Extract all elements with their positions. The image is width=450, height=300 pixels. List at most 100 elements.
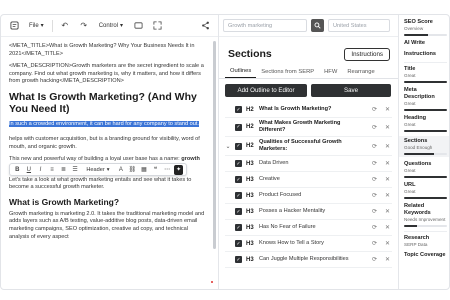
outline-row[interactable]: ✓ H3 Product Focused ⟳ ✕ <box>225 188 392 204</box>
pages-icon[interactable] <box>7 19 21 33</box>
checkbox[interactable]: ✓ <box>235 176 242 183</box>
add-outline-button[interactable]: Add Outline to Editor <box>225 84 307 97</box>
sidebar-item-seo-score[interactable]: SEO Score Overview <box>404 19 447 36</box>
outline-row[interactable]: ✓ H2 What Is Growth Marketing? ⟳ ✕ <box>225 102 392 118</box>
sidebar-item-instructions[interactable]: Instructions <box>404 51 447 58</box>
refresh-icon[interactable]: ⟳ <box>370 175 379 184</box>
tab-outlines[interactable]: Outlines <box>225 68 257 78</box>
control-menu[interactable]: Control ▾ <box>96 19 126 33</box>
share-icon[interactable] <box>198 19 212 33</box>
sidebar-item-research[interactable]: Research SERP Data <box>404 235 447 248</box>
block-type-select[interactable]: Header ▾ <box>82 167 113 173</box>
undo-icon[interactable]: ↶ <box>58 19 72 33</box>
editor-scrollbar[interactable] <box>213 41 216 249</box>
heading-level-tag: H3 <box>246 256 254 263</box>
close-icon[interactable]: ✕ <box>383 207 392 216</box>
text-color-icon[interactable]: A <box>117 165 126 175</box>
refresh-icon[interactable]: ⟳ <box>370 255 379 264</box>
refresh-icon[interactable]: ⟳ <box>370 123 379 132</box>
sidebar-item-title: AI Write <box>404 40 426 46</box>
outline-row[interactable]: ⌄ ✓ H2 Qualities of Successful Growth Marke… <box>225 137 392 156</box>
link-icon[interactable]: ⛓ <box>128 165 137 175</box>
list-icon[interactable]: ☰ <box>71 165 80 175</box>
italic-icon[interactable]: I <box>36 165 45 175</box>
close-icon[interactable]: ✕ <box>383 159 392 168</box>
sidebar-item-related-keywords[interactable]: Related Keywords Needs Improvement <box>404 203 447 227</box>
sidebar-item-topic-coverage[interactable]: Topic Coverage <box>404 252 447 259</box>
checkbox[interactable]: ✓ <box>235 142 242 150</box>
ai-icon[interactable]: ✦ <box>174 164 183 175</box>
tab-rearrange[interactable]: Rearrange <box>342 69 379 78</box>
more-icon[interactable]: ⋯ <box>163 165 172 175</box>
score-bar <box>404 153 447 155</box>
checkbox[interactable]: ✓ <box>235 192 242 199</box>
close-icon[interactable]: ✕ <box>383 239 392 248</box>
heading-level-tag: H3 <box>246 224 254 231</box>
score-bar-fill <box>404 81 447 83</box>
outline-row[interactable]: ✓ H3 Has No Fear of Failure ⟳ ✕ <box>225 220 392 236</box>
editor-pane: File ▾ ↶ ↷ Control ▾ <META_TITLE>What is… <box>1 15 219 289</box>
sidebar-item-title: Topic Coverage <box>404 252 446 258</box>
status-dot <box>211 281 213 283</box>
refresh-icon[interactable]: ⟳ <box>370 142 379 151</box>
instructions-button[interactable]: Instructions <box>344 47 390 61</box>
checkbox[interactable]: ✓ <box>235 240 242 247</box>
outline-row[interactable]: ✓ H3 Can Juggle Multiple Responsibilities ⟳… <box>225 252 392 268</box>
refresh-icon[interactable]: ⟳ <box>370 223 379 232</box>
keyword-input[interactable]: Growth marketing <box>223 19 307 32</box>
tab-hfw[interactable]: HFW <box>319 69 342 78</box>
outline-row[interactable]: ✓ H2 What Makes Growth Marketing Different… <box>225 118 392 137</box>
outline-row[interactable]: ✓ H3 Data Driven ⟳ ✕ <box>225 156 392 172</box>
sidebar-item-url[interactable]: URL Great <box>404 182 447 199</box>
outline-row[interactable]: ✓ H3 Knows How to Tell a Story ⟳ ✕ <box>225 236 392 252</box>
underline-icon[interactable]: U <box>25 165 34 175</box>
sidebar-item-heading[interactable]: Heading Great <box>404 115 447 132</box>
sidebar-item-title: URL <box>404 182 416 188</box>
paragraph-intro-rest: helps with customer acquisition, but is … <box>9 136 200 150</box>
sidebar-item-sections[interactable]: Sections Good Enough <box>399 136 449 157</box>
sidebar-item-title[interactable]: Title Great <box>404 66 447 83</box>
chevron-down-icon[interactable]: ⌄ <box>225 143 231 150</box>
sidebar-item-questions[interactable]: Questions Great <box>404 161 447 178</box>
checkbox[interactable]: ✓ <box>235 123 242 131</box>
search-button[interactable] <box>311 19 324 32</box>
selected-text[interactable]: In such a crowded environment, it can be… <box>9 120 199 127</box>
refresh-icon[interactable]: ⟳ <box>370 207 379 216</box>
close-icon[interactable]: ✕ <box>383 175 392 184</box>
checkbox[interactable]: ✓ <box>235 160 242 167</box>
align-left-icon[interactable]: ≡ <box>48 165 57 175</box>
refresh-icon[interactable]: ⟳ <box>370 191 379 200</box>
outline-row[interactable]: ✓ H3 Posses a Hacker Mentality ⟳ ✕ <box>225 204 392 220</box>
close-icon[interactable]: ✕ <box>383 191 392 200</box>
checkbox[interactable]: ✓ <box>235 106 242 113</box>
region-select[interactable]: United States <box>328 19 390 32</box>
align-center-icon[interactable]: ≣ <box>59 165 68 175</box>
checkbox[interactable]: ✓ <box>235 256 242 263</box>
table-icon[interactable]: ▦ <box>140 165 149 175</box>
close-icon[interactable]: ✕ <box>383 105 392 114</box>
close-icon[interactable]: ✕ <box>383 255 392 264</box>
refresh-icon[interactable]: ⟳ <box>370 105 379 114</box>
tab-sections-from-serp[interactable]: Sections from SERP <box>256 69 319 78</box>
expand-icon[interactable] <box>150 19 164 33</box>
refresh-icon[interactable]: ⟳ <box>370 159 379 168</box>
quote-icon[interactable]: ❝ <box>151 165 160 175</box>
sidebar-item-ai-write[interactable]: AI Write <box>404 40 447 47</box>
refresh-icon[interactable]: ⟳ <box>370 239 379 248</box>
score-bar-fill <box>404 109 447 111</box>
close-icon[interactable]: ✕ <box>383 123 392 132</box>
checkbox[interactable]: ✓ <box>235 224 242 231</box>
redo-icon[interactable]: ↷ <box>77 19 91 33</box>
sidebar-item-meta-description[interactable]: Meta Description Great <box>404 87 447 111</box>
checkbox[interactable]: ✓ <box>235 208 242 215</box>
paragraph-definition: Growth marketing is marketing 2.0. It ta… <box>9 210 205 240</box>
sidebar-item-status: Great <box>404 101 416 106</box>
file-menu[interactable]: File ▾ <box>26 19 47 33</box>
close-icon[interactable]: ✕ <box>383 223 392 232</box>
view-icon[interactable] <box>131 19 145 33</box>
divider <box>404 62 447 63</box>
bold-icon[interactable]: B <box>13 165 22 175</box>
outline-row[interactable]: ✓ H3 Creative ⟳ ✕ <box>225 172 392 188</box>
close-icon[interactable]: ✕ <box>383 142 392 151</box>
save-button[interactable]: Save <box>311 84 391 97</box>
